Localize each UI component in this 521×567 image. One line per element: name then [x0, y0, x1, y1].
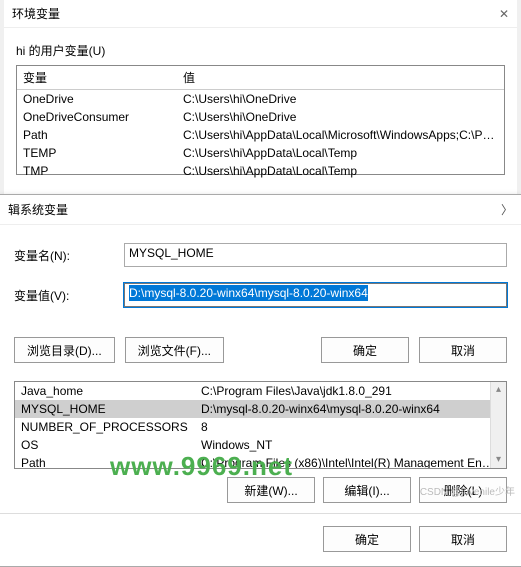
cell-name: Path	[15, 454, 195, 469]
edit-dialog-titlebar: 辑系统变量 〉	[0, 195, 521, 225]
edit-dialog-title: 辑系统变量	[8, 201, 68, 218]
cell-value: C:\Program Files (x86)\Intel\Intel(R) Ma…	[195, 454, 506, 469]
var-name-input[interactable]: MYSQL_HOME	[124, 243, 507, 267]
table-header: 变量 值	[17, 66, 504, 90]
edit-system-var-dialog: 辑系统变量 〉 变量名(N): MYSQL_HOME 变量值(V): D:\my…	[0, 194, 521, 567]
cell-name: OneDrive	[17, 90, 177, 108]
table-row[interactable]: OSWindows_NT	[15, 436, 506, 454]
cell-value: C:\Users\hi\OneDrive	[177, 108, 504, 126]
csdn-credit: CSDN @juvenile少年	[420, 483, 515, 498]
var-value-input[interactable]: D:\mysql-8.0.20-winx64\mysql-8.0.20-winx…	[124, 283, 507, 307]
table-row[interactable]: PathC:\Users\hi\AppData\Local\Microsoft\…	[17, 126, 504, 144]
new-button[interactable]: 新建(W)...	[227, 477, 315, 503]
cell-name: Path	[17, 126, 177, 144]
table-row[interactable]: TEMPC:\Users\hi\AppData\Local\Temp	[17, 144, 504, 162]
table-row[interactable]: PathC:\Program Files (x86)\Intel\Intel(R…	[15, 454, 506, 469]
cancel-button[interactable]: 取消	[419, 337, 507, 363]
table-row[interactable]: OneDriveC:\Users\hi\OneDrive	[17, 90, 504, 108]
user-vars-label: hi 的用户变量(U)	[4, 28, 517, 65]
system-vars-table[interactable]: Java_homeC:\Program Files\Java\jdk1.8.0_…	[14, 381, 507, 469]
cell-value: Windows_NT	[195, 436, 506, 454]
scrollbar-vertical[interactable]: ▴ ▾	[490, 382, 506, 468]
cell-value: C:\Users\hi\OneDrive	[177, 90, 504, 108]
cell-name: TMP	[17, 162, 177, 180]
col-name-header[interactable]: 变量	[17, 66, 177, 89]
cell-name: Java_home	[15, 382, 195, 400]
ok-button[interactable]: 确定	[321, 337, 409, 363]
cell-value: C:\Users\hi\AppData\Local\Temp	[177, 162, 504, 180]
titlebar: 环境变量 ✕	[4, 0, 517, 28]
scroll-down-icon[interactable]: ▾	[491, 452, 506, 468]
table-row[interactable]: NUMBER_OF_PROCESSORS8	[15, 418, 506, 436]
main-ok-button[interactable]: 确定	[323, 526, 411, 552]
var-name-label: 变量名(N):	[14, 247, 124, 264]
cell-name: TEMP	[17, 144, 177, 162]
cell-value: 8	[195, 418, 506, 436]
user-vars-table[interactable]: 变量 值 OneDriveC:\Users\hi\OneDriveOneDriv…	[16, 65, 505, 175]
table-row[interactable]: Java_homeC:\Program Files\Java\jdk1.8.0_…	[15, 382, 506, 400]
cell-value: D:\mysql-8.0.20-winx64\mysql-8.0.20-winx…	[195, 400, 506, 418]
edit-button[interactable]: 编辑(I)...	[323, 477, 411, 503]
cell-name: MYSQL_HOME	[15, 400, 195, 418]
col-value-header[interactable]: 值	[177, 66, 504, 89]
cell-name: NUMBER_OF_PROCESSORS	[15, 418, 195, 436]
table-row[interactable]: MYSQL_HOMED:\mysql-8.0.20-winx64\mysql-8…	[15, 400, 506, 418]
table-row[interactable]: OneDriveConsumerC:\Users\hi\OneDrive	[17, 108, 504, 126]
scroll-up-icon[interactable]: ▴	[491, 382, 506, 398]
cell-value: C:\Users\hi\AppData\Local\Temp	[177, 144, 504, 162]
window-title: 环境变量	[12, 5, 60, 22]
cell-value: C:\Users\hi\AppData\Local\Microsoft\Wind…	[177, 126, 504, 144]
var-value-label: 变量值(V):	[14, 287, 124, 304]
cell-value: C:\Program Files\Java\jdk1.8.0_291	[195, 382, 506, 400]
browse-dir-button[interactable]: 浏览目录(D)...	[14, 337, 115, 363]
cell-name: OS	[15, 436, 195, 454]
cell-name: OneDriveConsumer	[17, 108, 177, 126]
table-row[interactable]: TMPC:\Users\hi\AppData\Local\Temp	[17, 162, 504, 180]
close-icon[interactable]: ✕	[499, 7, 509, 21]
chevron-right-icon[interactable]: 〉	[501, 201, 513, 218]
main-cancel-button[interactable]: 取消	[419, 526, 507, 552]
browse-file-button[interactable]: 浏览文件(F)...	[125, 337, 224, 363]
